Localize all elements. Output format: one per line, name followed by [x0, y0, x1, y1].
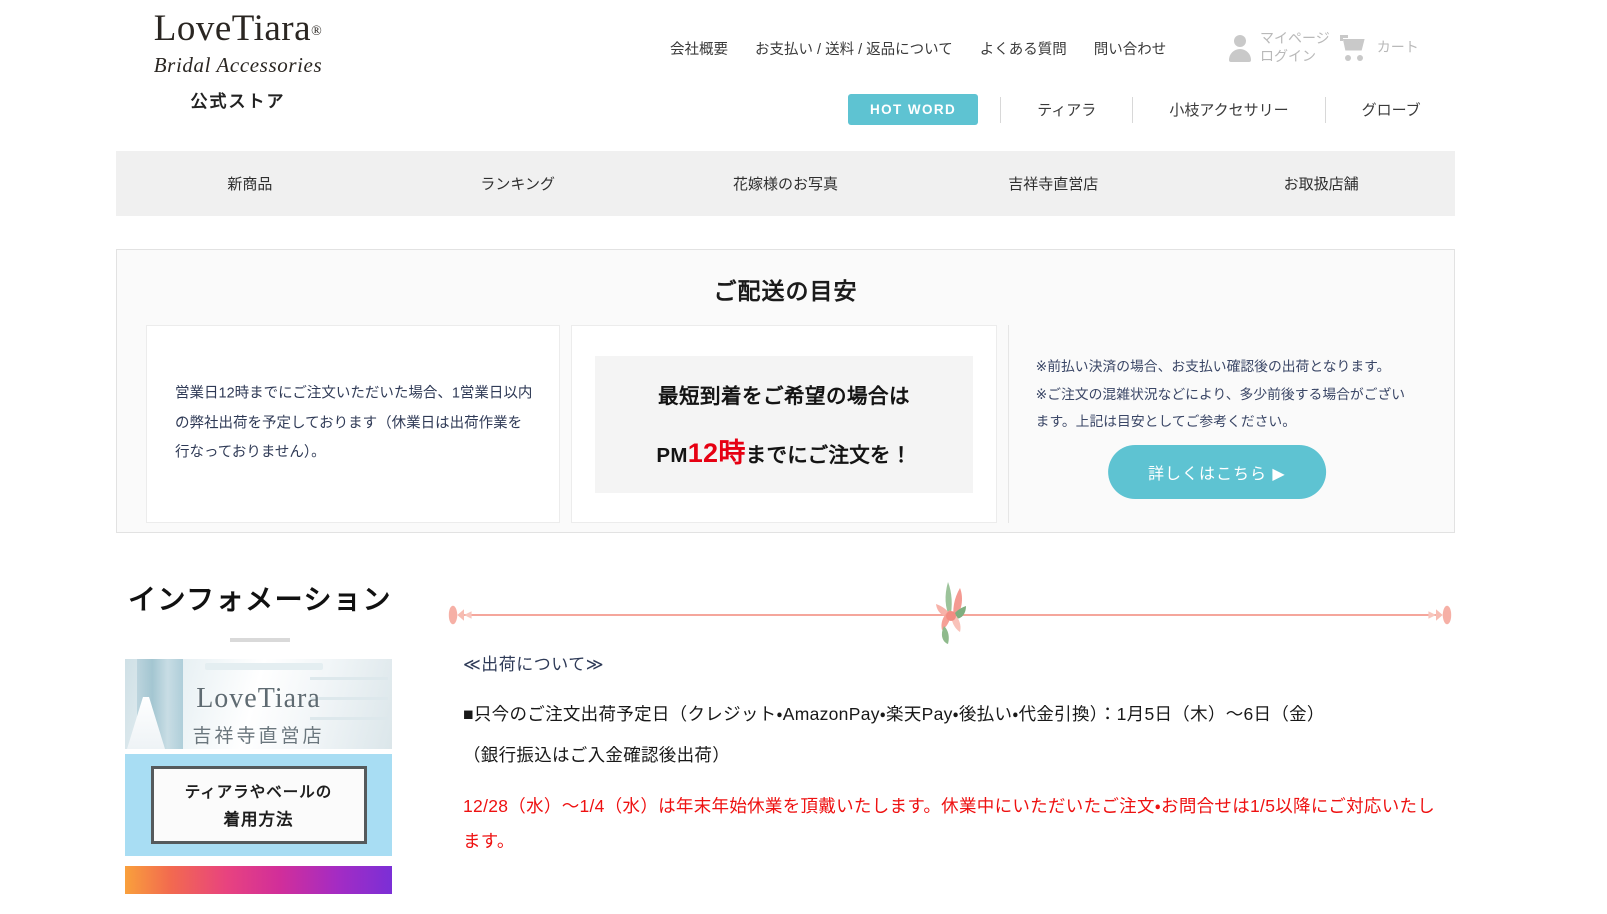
- delivery-notes: ※前払い決済の場合、お支払い確認後の出荷となります。 ※ご注文の混雑状況などによ…: [1036, 353, 1417, 436]
- page-root: LoveTiara® Bridal Accessories 公式ストア 会社概要…: [0, 0, 1607, 914]
- bank-transfer-note: （銀行振込はご入金確認後出荷）: [463, 738, 1449, 773]
- divider-vertical: [1325, 97, 1326, 123]
- hotword-badge[interactable]: HOT WORD: [848, 94, 978, 125]
- sidebar-banner-kichijoji-store[interactable]: LoveTiara 吉祥寺直営店: [125, 659, 392, 749]
- banner-store-subtitle: 吉祥寺直営店: [125, 721, 392, 748]
- shipping-section-heading: ≪出荷について≫: [463, 650, 1449, 675]
- how-to-wear-line2: 着用方法: [224, 806, 294, 830]
- hotword-bar: HOT WORD ティアラ 小枝アクセサリー グローブ: [848, 94, 1435, 125]
- shipping-schedule-paragraph: ■只今のご注文出荷予定日（クレジット・AmazonPay・楽天Pay・後払い・代…: [463, 697, 1449, 732]
- fastest-arrival-deadline: 12時: [688, 438, 746, 468]
- fastest-arrival-callout: 最短到着をご希望の場合は PM12時までにご注文を！: [595, 356, 972, 493]
- fastest-arrival-prefix: PM: [656, 444, 687, 467]
- nav-item-retailers[interactable]: お取扱店舗: [1187, 173, 1455, 194]
- utility-link-contact[interactable]: 問い合わせ: [1094, 38, 1167, 59]
- divider-flower-icon: [890, 574, 1010, 644]
- account-cart-group: マイページ ログイン カート: [1227, 30, 1419, 65]
- delivery-columns: 営業日12時までにご注文いただいた場合、1営業日以内の弊社出荷を予定しております…: [146, 325, 1425, 523]
- cart-label: カート: [1377, 39, 1419, 57]
- nav-item-kichijoji-store[interactable]: 吉祥寺直営店: [919, 173, 1187, 194]
- mypage-label-line1: マイページ: [1260, 30, 1330, 46]
- lower-section: インフォメーション LoveTiara 吉祥寺直営店 ティアラやベールの 着用方…: [0, 560, 1607, 914]
- mypage-login-button[interactable]: マイページ ログイン: [1227, 30, 1330, 65]
- divider-vertical: [1000, 97, 1001, 123]
- hotword-link-tiara[interactable]: ティアラ: [1023, 99, 1110, 120]
- cart-button[interactable]: カート: [1340, 35, 1419, 61]
- delivery-estimate-panel: ご配送の目安 営業日12時までにご注文いただいた場合、1営業日以内の弊社出荷を予…: [116, 249, 1455, 533]
- cart-icon: [1340, 35, 1370, 61]
- delivery-details-button[interactable]: 詳しくはこちら ▶: [1108, 445, 1326, 499]
- nav-item-ranking[interactable]: ランキング: [384, 173, 652, 194]
- mypage-label-line2: ログイン: [1260, 48, 1316, 64]
- person-icon: [1227, 34, 1253, 62]
- delivery-note-prepayment: ※前払い決済の場合、お支払い確認後の出荷となります。: [1036, 353, 1417, 381]
- delivery-lead-time-text: 営業日12時までにご注文いただいた場合、1営業日以内の弊社出荷を予定しております…: [175, 379, 533, 468]
- logo-official-store-label: 公式ストア: [118, 87, 358, 112]
- utility-link-faq[interactable]: よくある質問: [980, 38, 1067, 59]
- information-heading: インフォメーション: [125, 578, 395, 618]
- registered-trademark-icon: ®: [311, 24, 322, 39]
- utility-nav: 会社概要 お支払い / 送料 / 返品について よくある質問 問い合わせ: [670, 38, 1166, 59]
- sidebar-banner-how-to-wear[interactable]: ティアラやベールの 着用方法: [125, 754, 392, 856]
- main-navigation: 新商品 ランキング 花嫁様のお写真 吉祥寺直営店 お取扱店舗: [116, 151, 1455, 216]
- divider-left-ornament-icon: [445, 596, 483, 634]
- delivery-column-left: 営業日12時までにご注文いただいた場合、1営業日以内の弊社出荷を予定しております…: [146, 325, 560, 523]
- hotword-link-glove[interactable]: グローブ: [1348, 99, 1435, 120]
- nav-item-new-products[interactable]: 新商品: [116, 173, 384, 194]
- utility-link-payment-shipping-returns[interactable]: お支払い / 送料 / 返品について: [755, 38, 953, 59]
- information-content: ≪出荷について≫ ■只今のご注文出荷予定日（クレジット・AmazonPay・楽天…: [445, 560, 1455, 859]
- logo-tagline: Bridal Accessories: [118, 53, 358, 78]
- divider-vertical: [1132, 97, 1133, 123]
- utility-link-company[interactable]: 会社概要: [670, 38, 728, 59]
- heading-underline-divider: [230, 638, 290, 642]
- fastest-arrival-line1: 最短到着をご希望の場合は: [658, 379, 910, 409]
- how-to-wear-box: ティアラやベールの 着用方法: [151, 766, 367, 844]
- divider-right-ornament-icon: [1417, 596, 1455, 634]
- sidebar-banner-instagram[interactable]: [125, 866, 392, 894]
- shipping-info-text: ≪出荷について≫ ■只今のご注文出荷予定日（クレジット・AmazonPay・楽天…: [445, 650, 1455, 859]
- fastest-arrival-suffix: までにご注文を！: [746, 444, 912, 467]
- delivery-panel-title: ご配送の目安: [117, 272, 1454, 306]
- mypage-login-label: マイページ ログイン: [1260, 30, 1330, 65]
- site-header: LoveTiara® Bridal Accessories 公式ストア 会社概要…: [0, 0, 1607, 145]
- logo-wordmark: LoveTiara®: [118, 10, 358, 49]
- nav-item-bride-photos[interactable]: 花嫁様のお写真: [652, 173, 920, 194]
- logo-wordmark-text: LoveTiara: [154, 8, 311, 49]
- how-to-wear-line1: ティアラやベールの: [185, 780, 333, 802]
- information-sidebar: インフォメーション LoveTiara 吉祥寺直営店 ティアラやベールの 着用方…: [125, 560, 395, 894]
- banner-store-title: LoveTiara: [125, 683, 392, 715]
- fastest-arrival-line2: PM12時までにご注文を！: [656, 431, 911, 470]
- delivery-note-congestion: ※ご注文の混雑状況などにより、多少前後する場合がございます。上記は目安としてご参…: [1036, 381, 1417, 436]
- hotword-link-koeda-accessory[interactable]: 小枝アクセサリー: [1155, 99, 1302, 120]
- delivery-column-middle: 最短到着をご希望の場合は PM12時までにご注文を！: [571, 325, 996, 523]
- delivery-column-right: ※前払い決済の場合、お支払い確認後の出荷となります。 ※ご注文の混雑状況などによ…: [1008, 325, 1425, 523]
- floral-divider: [445, 570, 1455, 642]
- holiday-closure-notice: 12/28（水）～1/4（水）は年末年始休業を頂戴いたします。休業中にいただいた…: [463, 789, 1449, 859]
- site-logo[interactable]: LoveTiara® Bridal Accessories 公式ストア: [118, 10, 358, 112]
